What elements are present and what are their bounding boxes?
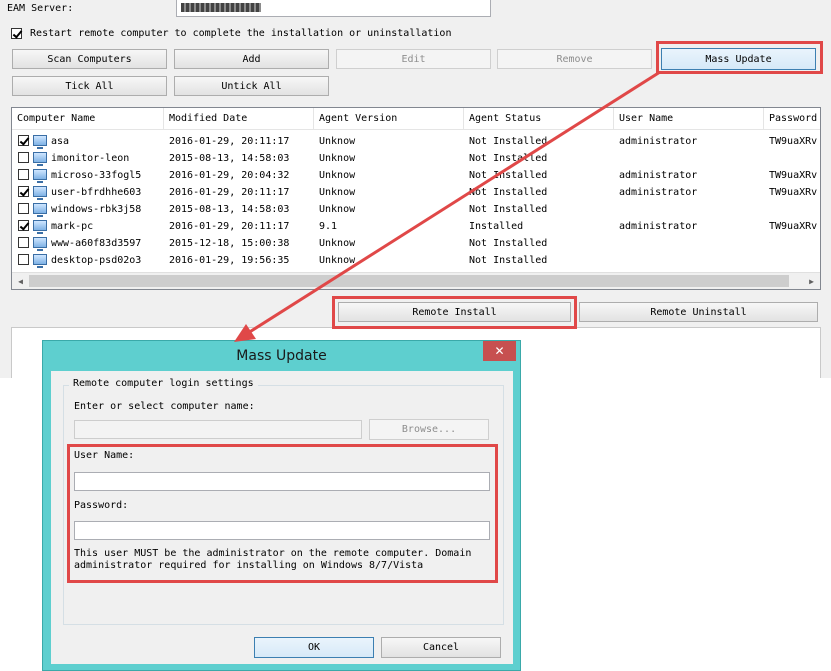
annotation-arrow bbox=[234, 70, 661, 342]
